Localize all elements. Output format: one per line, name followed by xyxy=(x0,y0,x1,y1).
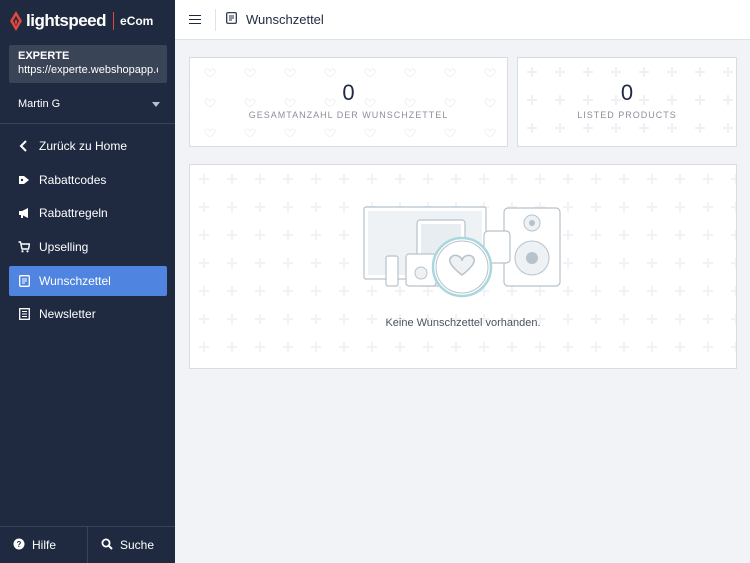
user-menu[interactable]: Martin G xyxy=(0,92,175,116)
stat-value: 0 xyxy=(620,80,634,105)
stat-label: LISTED PRODUCTS xyxy=(577,110,677,120)
sidebar-item-rabattregeln[interactable]: Rabattregeln xyxy=(9,198,167,228)
sidebar-divider xyxy=(0,123,175,124)
sidebar-item-wunschzettel[interactable]: Wunschzettel xyxy=(9,265,167,296)
megaphone-icon xyxy=(18,207,30,219)
stat-card-products: 0 LISTED PRODUCTS xyxy=(517,57,737,147)
tag-icon xyxy=(18,174,30,186)
sidebar-footer: ? Hilfe Suche xyxy=(0,526,175,563)
stat-card-wishlists: 0 GESAMTANZAHL DER WUNSCHZETTEL xyxy=(189,57,508,147)
sidebar-item-rabattcodes[interactable]: Rabattcodes xyxy=(9,165,167,195)
brand-logo[interactable]: lightspeed eCom xyxy=(0,0,175,42)
stat-value: 0 xyxy=(342,80,355,105)
help-label: Hilfe xyxy=(32,538,57,552)
svg-text:?: ? xyxy=(17,540,22,549)
empty-message: Keine Wunschzettel vorhanden. xyxy=(385,317,541,329)
store-url: https://experte.webshopapp.c... xyxy=(18,64,158,76)
sidebar-item-label: Newsletter xyxy=(39,307,96,322)
store-name: EXPERTE xyxy=(18,50,70,62)
sidebar-item-label: Upselling xyxy=(39,240,89,255)
topbar: Wunschzettel xyxy=(175,0,750,40)
flame-icon xyxy=(10,11,22,31)
brand-divider xyxy=(113,12,115,30)
menu-icon[interactable] xyxy=(189,14,201,25)
sidebar-item-newsletter[interactable]: Newsletter xyxy=(9,299,167,329)
chevron-left-icon xyxy=(18,140,30,152)
stat-label: GESAMTANZAHL DER WUNSCHZETTEL xyxy=(248,110,449,120)
user-name: Martin G xyxy=(18,98,61,110)
wishlist-icon xyxy=(18,274,30,287)
sidebar-item-label: Wunschzettel xyxy=(39,273,111,288)
search-icon xyxy=(101,538,113,553)
brand-name: lightspeed xyxy=(26,11,107,30)
search-label: Suche xyxy=(120,538,155,552)
brand-product: eCom xyxy=(120,14,154,28)
sidebar-item-label: Rabattregeln xyxy=(39,206,108,221)
cart-icon xyxy=(18,241,30,253)
sidebar-item-home[interactable]: Zurück zu Home xyxy=(9,131,167,161)
page-title: Wunschzettel xyxy=(246,12,324,27)
wishlist-icon xyxy=(226,11,237,29)
sidebar-item-label: Rabattcodes xyxy=(39,172,107,187)
sidebar-nav: Zurück zu Home Rabattcodes Rabattregeln … xyxy=(9,131,167,333)
caret-down-icon xyxy=(152,102,160,107)
sidebar-item-upselling[interactable]: Upselling xyxy=(9,232,167,262)
help-button[interactable]: ? Hilfe xyxy=(0,527,87,563)
sidebar-item-label: Zurück zu Home xyxy=(39,139,128,153)
empty-state-card: Keine Wunschzettel vorhanden. xyxy=(189,164,737,369)
help-icon: ? xyxy=(13,538,25,553)
topbar-divider xyxy=(215,8,216,31)
store-selector[interactable]: EXPERTE https://experte.webshopapp.c... xyxy=(9,45,167,83)
search-button[interactable]: Suche xyxy=(87,527,175,563)
sidebar: lightspeed eCom EXPERTE https://experte.… xyxy=(0,0,175,563)
newsletter-icon xyxy=(18,308,30,321)
devices-illustration xyxy=(363,206,561,298)
